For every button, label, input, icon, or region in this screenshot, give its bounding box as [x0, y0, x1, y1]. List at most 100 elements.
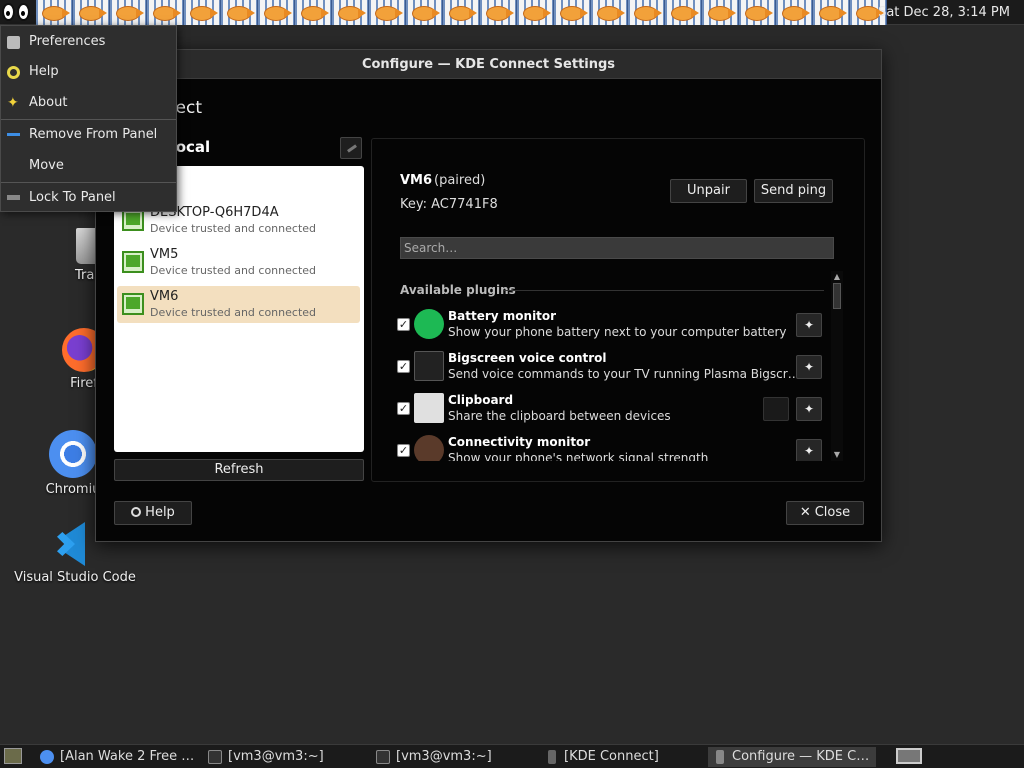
selected-device-name: VM6 [400, 173, 433, 188]
menu-item-label: Help [29, 64, 59, 79]
task-item[interactable]: [vm3@vm3:~] [204, 747, 364, 767]
chromium-icon [49, 430, 97, 478]
device-row[interactable]: VM5 Device trusted and connected [117, 244, 360, 281]
plugin-enable-checkbox[interactable]: ✓ [397, 318, 410, 331]
close-icon: ✕ [799, 505, 811, 520]
plugin-title: Bigscreen voice control [448, 351, 607, 365]
menu-item-remove-from-panel[interactable]: Remove From Panel [1, 121, 176, 149]
fish-icon [554, 0, 591, 25]
scrollbar-thumb[interactable] [833, 283, 841, 309]
fish-icon [110, 0, 147, 25]
menu-item-lock-to-panel[interactable]: Lock To Panel [1, 184, 176, 212]
rename-device-button[interactable] [340, 137, 362, 159]
send-ping-button[interactable]: Send ping [754, 179, 833, 203]
fish-icon [480, 0, 517, 25]
fish-icon [369, 0, 406, 25]
fish-icon [443, 0, 480, 25]
fish-icon [813, 0, 850, 25]
eyes-applet-icon[interactable] [2, 3, 32, 21]
preferences-icon [7, 36, 20, 49]
menu-item-preferences[interactable]: Preferences [1, 28, 176, 56]
task-item[interactable]: [Alan Wake 2 Free … [36, 747, 196, 767]
device-key: Key: AC7741F8 [400, 197, 498, 212]
kdeconnect-icon [548, 750, 556, 764]
panel-clock[interactable]: Sat Dec 28, 3:14 PM [878, 5, 1010, 20]
plugin-row-battery: ✓ Battery monitor Show your phone batter… [392, 309, 830, 349]
fish-icon [36, 0, 73, 25]
help-button[interactable]: Help [114, 501, 192, 525]
laptop-icon [122, 209, 144, 231]
section-divider [504, 290, 824, 291]
tv-icon [414, 351, 444, 381]
scroll-up-icon[interactable]: ▲ [831, 271, 843, 283]
eye-icon [2, 3, 15, 21]
plugin-list-scrollbar[interactable]: ▲ ▼ [831, 271, 843, 461]
task-item-active[interactable]: Configure — KDE C… [708, 747, 876, 767]
plugin-configure-button[interactable]: ✦ [796, 313, 822, 337]
clipboard-icon [414, 393, 444, 423]
plugin-title: Battery monitor [448, 309, 557, 323]
fish-applet-strip[interactable] [36, 0, 887, 25]
fish-icon [73, 0, 110, 25]
plugin-description: Send voice commands to your TV running P… [448, 367, 800, 381]
about-star-icon: ✦ [7, 95, 19, 111]
plugin-configure-button[interactable]: ✦ [796, 439, 822, 461]
fish-icon [332, 0, 369, 25]
refresh-button[interactable]: Refresh [114, 459, 364, 481]
fish-icon [739, 0, 776, 25]
task-item[interactable]: [vm3@vm3:~] [372, 747, 532, 767]
bottom-taskbar: [Alan Wake 2 Free … [vm3@vm3:~] [vm3@vm3… [0, 744, 1024, 768]
fish-icon [776, 0, 813, 25]
menu-item-label: Preferences [29, 34, 106, 49]
close-button-label: Close [814, 505, 851, 520]
screen-tray-icon[interactable] [896, 748, 922, 764]
fish-icon [702, 0, 739, 25]
plugin-configure-button[interactable]: ✦ [796, 355, 822, 379]
task-item-label: [vm3@vm3:~] [396, 749, 492, 764]
help-button-label: Help [145, 505, 175, 520]
plugin-enable-checkbox[interactable]: ✓ [397, 360, 410, 373]
plugin-enable-checkbox[interactable]: ✓ [397, 444, 410, 457]
dialog-titlebar[interactable]: Configure — KDE Connect Settings [96, 50, 881, 79]
plugin-configure-button[interactable]: ✦ [796, 397, 822, 421]
unpair-button[interactable]: Unpair [670, 179, 747, 203]
plugin-row-clipboard: ✓ Clipboard Share the clipboard between … [392, 393, 830, 433]
fish-icon [628, 0, 665, 25]
plugin-search-input[interactable]: Search… [400, 237, 834, 259]
device-row-name: VM6 [150, 289, 179, 304]
terminal-icon [376, 750, 390, 764]
fish-icon [295, 0, 332, 25]
task-item[interactable]: [KDE Connect] [540, 747, 700, 767]
chromium-icon [40, 750, 54, 764]
device-row-selected[interactable]: VM6 Device trusted and connected [117, 286, 360, 323]
menu-item-about[interactable]: ✦ About [1, 89, 176, 117]
device-row-status: Device trusted and connected [150, 264, 317, 277]
top-panel: Sat Dec 28, 3:14 PM [0, 0, 1024, 25]
plugin-title: Connectivity monitor [448, 435, 591, 449]
signal-tower-icon [414, 435, 444, 461]
menu-item-help[interactable]: Help [1, 58, 176, 86]
plugin-enable-checkbox[interactable]: ✓ [397, 402, 410, 415]
close-button[interactable]: ✕ Close [786, 501, 864, 525]
fish-icon [517, 0, 554, 25]
panel-context-menu: Preferences Help ✦ About Remove From Pan… [0, 25, 177, 212]
help-icon [7, 66, 20, 79]
fish-icon [406, 0, 443, 25]
scroll-down-icon[interactable]: ▼ [831, 449, 843, 461]
menu-item-move[interactable]: Move [1, 152, 176, 180]
plugin-settings-button[interactable] [763, 397, 789, 421]
kdeconnect-icon [716, 750, 724, 764]
battery-icon [414, 309, 444, 339]
device-row-status: Device trusted and connected [150, 306, 317, 319]
menu-item-label: Remove From Panel [29, 127, 158, 142]
task-item-label: [vm3@vm3:~] [228, 749, 324, 764]
help-icon [131, 507, 142, 517]
vscode-icon [53, 522, 97, 566]
pairing-state: (paired) [434, 173, 486, 188]
plugin-title: Clipboard [448, 393, 514, 407]
laptop-icon [122, 251, 144, 273]
eye-icon [17, 3, 30, 21]
plugin-row-connectivity: ✓ Connectivity monitor Show your phone's… [392, 435, 830, 461]
plugin-row-bigscreen: ✓ Bigscreen voice control Send voice com… [392, 351, 830, 391]
show-desktop-icon[interactable] [4, 748, 22, 764]
